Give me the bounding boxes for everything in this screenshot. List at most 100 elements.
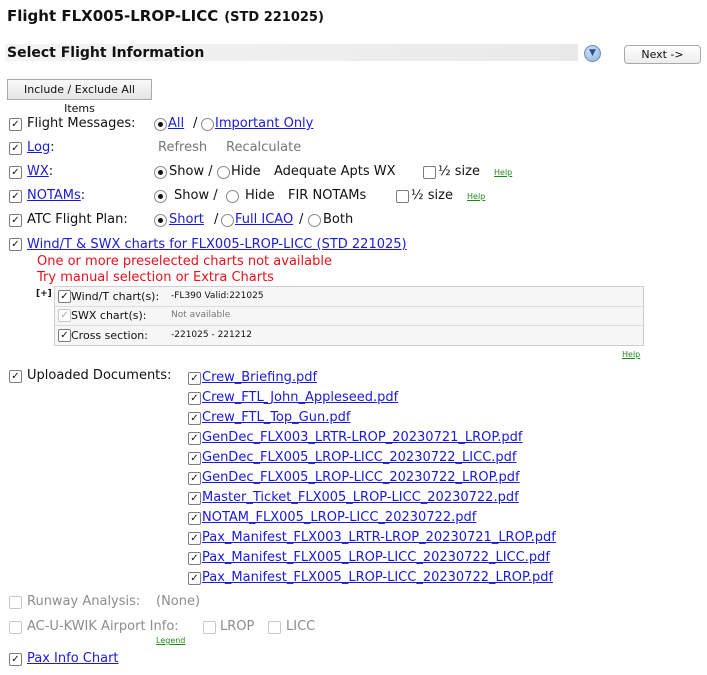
wx-show-label: Show / — [169, 164, 213, 179]
acukwik-label: AC-U-KWIK Airport Info: — [27, 619, 179, 634]
document-link[interactable]: Crew_Briefing.pdf — [202, 370, 317, 385]
document-link[interactable]: GenDec_FLX005_LROP-LICC_20230722_LROP.pd… — [202, 470, 520, 485]
colon: : — [80, 188, 86, 203]
atc-short-link[interactable]: Short — [169, 212, 204, 227]
atc-short-radio[interactable] — [154, 214, 167, 227]
wx-half-size-label: ½ size — [438, 164, 480, 179]
log-label: Log: — [27, 140, 55, 155]
wx-hide-radio[interactable] — [217, 166, 230, 179]
next-button[interactable]: Next -> — [624, 45, 701, 64]
acukwik-lrop-label: LROP — [220, 619, 255, 634]
document-checkbox[interactable] — [188, 492, 201, 505]
log-checkbox[interactable] — [9, 142, 22, 155]
document-checkbox[interactable] — [188, 432, 201, 445]
notams-label: NOTAMs: — [27, 188, 85, 203]
separator: / — [214, 212, 219, 227]
document-checkbox[interactable] — [188, 412, 201, 425]
atc-label: ATC Flight Plan: — [27, 212, 128, 227]
notams-hide-radio[interactable] — [226, 190, 239, 203]
std-label: (STD 221025) — [224, 10, 324, 25]
atc-full-icao-link[interactable]: Full ICAO — [235, 212, 293, 227]
document-link[interactable]: Pax_Manifest_FLX005_LROP-LICC_20230722_L… — [202, 570, 553, 585]
document-checkbox[interactable] — [188, 372, 201, 385]
uploaded-documents-label: Uploaded Documents: — [27, 368, 172, 383]
document-link[interactable]: Master_Ticket_FLX005_LROP-LICC_20230722.… — [202, 490, 519, 505]
document-link[interactable]: GenDec_FLX003_LRTR-LROP_20230721_LROP.pd… — [202, 430, 522, 445]
chart-row: SWX chart(s): Not available — [55, 306, 643, 326]
chart-row: Cross section: -221025 - 221212 — [55, 325, 643, 344]
charts-help-link[interactable]: Help — [622, 350, 640, 359]
document-checkbox[interactable] — [188, 452, 201, 465]
colon: : — [50, 140, 55, 155]
uploaded-documents-checkbox[interactable] — [9, 370, 22, 383]
windt-checkbox[interactable] — [9, 238, 22, 251]
wx-hide-label: Hide — [231, 164, 261, 179]
notams-half-size-checkbox[interactable] — [396, 190, 409, 203]
wx-help-link[interactable]: Help — [494, 168, 512, 177]
chevron-down-icon[interactable]: ▼ — [584, 45, 601, 62]
cross-section-checkbox[interactable] — [58, 329, 71, 342]
chart-label: Wind/T chart(s): — [71, 290, 160, 303]
chart-value: -221025 - 221212 — [171, 330, 252, 340]
acukwik-licc-label: LICC — [286, 619, 316, 634]
flight-messages-important-radio[interactable] — [201, 118, 214, 131]
flight-messages-important-link[interactable]: Important Only — [215, 116, 313, 131]
document-link[interactable]: Crew_FTL_John_Appleseed.pdf — [202, 390, 398, 405]
notams-show-label: Show / — [174, 188, 218, 203]
wx-adequate-label: Adequate Apts WX — [274, 164, 396, 179]
section-title: Select Flight Information — [7, 45, 205, 61]
document-checkbox[interactable] — [188, 392, 201, 405]
notams-checkbox[interactable] — [9, 190, 22, 203]
pax-info-chart-checkbox[interactable] — [9, 653, 22, 666]
flight-messages-all-radio[interactable] — [154, 118, 167, 131]
chart-row: Wind/T chart(s): -FL390 Valid:221025 — [55, 287, 643, 307]
document-link[interactable]: NOTAM_FLX005_LROP-LICC_20230722.pdf — [202, 510, 476, 525]
wx-show-radio[interactable] — [154, 166, 167, 179]
acukwik-checkbox — [9, 621, 22, 634]
flight-messages-checkbox[interactable] — [9, 118, 22, 131]
chart-value: -FL390 Valid:221025 — [171, 291, 264, 301]
recalculate-button[interactable]: Recalculate — [226, 140, 301, 155]
atc-full-icao-radio[interactable] — [221, 214, 234, 227]
log-link[interactable]: Log — [27, 140, 50, 155]
document-checkbox[interactable] — [188, 572, 201, 585]
notams-help-link[interactable]: Help — [467, 192, 485, 201]
legend-link[interactable]: Legend — [156, 636, 185, 645]
wx-label: WX: — [27, 164, 53, 179]
notams-half-size-label: ½ size — [411, 188, 453, 203]
pax-info-chart-link[interactable]: Pax Info Chart — [27, 651, 119, 666]
document-checkbox[interactable] — [188, 552, 201, 565]
atc-both-label: Both — [323, 212, 354, 227]
document-link[interactable]: Crew_FTL_Top_Gun.pdf — [202, 410, 350, 425]
flight-messages-label: Flight Messages: — [27, 116, 136, 131]
notams-link[interactable]: NOTAMs — [27, 188, 81, 203]
windt-chart-checkbox[interactable] — [58, 290, 71, 303]
acukwik-licc-checkbox — [268, 621, 281, 634]
refresh-button[interactable]: Refresh — [158, 140, 207, 155]
runway-analysis-value: (None) — [156, 594, 201, 609]
document-link[interactable]: Pax_Manifest_FLX003_LRTR-LROP_20230721_L… — [202, 530, 556, 545]
windt-link[interactable]: Wind/T & SWX charts for FLX005-LROP-LICC… — [27, 237, 407, 252]
document-link[interactable]: GenDec_FLX005_LROP-LICC_20230722_LICC.pd… — [202, 450, 517, 465]
notams-show-radio[interactable] — [154, 190, 167, 203]
atc-both-radio[interactable] — [308, 214, 321, 227]
wx-link[interactable]: WX — [27, 164, 49, 179]
include-exclude-all-button[interactable]: Include / Exclude All Items — [7, 79, 152, 115]
document-checkbox[interactable] — [188, 532, 201, 545]
flight-title: Flight FLX005-LROP-LICC — [7, 7, 219, 25]
windt-error-1: One or more preselected charts not avail… — [37, 254, 332, 269]
wx-checkbox[interactable] — [9, 166, 22, 179]
atc-checkbox[interactable] — [9, 214, 22, 227]
chart-label: SWX chart(s): — [71, 309, 147, 322]
document-link[interactable]: Pax_Manifest_FLX005_LROP-LICC_20230722_L… — [202, 550, 550, 565]
separator: / — [299, 212, 304, 227]
flight-messages-all-link[interactable]: All — [168, 116, 184, 131]
page-title: Flight FLX005-LROP-LICC (STD 221025) — [7, 7, 324, 25]
document-checkbox[interactable] — [188, 472, 201, 485]
runway-analysis-label: Runway Analysis: — [27, 594, 141, 609]
chart-value: Not available — [171, 310, 231, 320]
wx-half-size-checkbox[interactable] — [423, 166, 436, 179]
expand-toggle[interactable]: [+] — [36, 289, 52, 299]
acukwik-lrop-checkbox — [203, 621, 216, 634]
document-checkbox[interactable] — [188, 512, 201, 525]
